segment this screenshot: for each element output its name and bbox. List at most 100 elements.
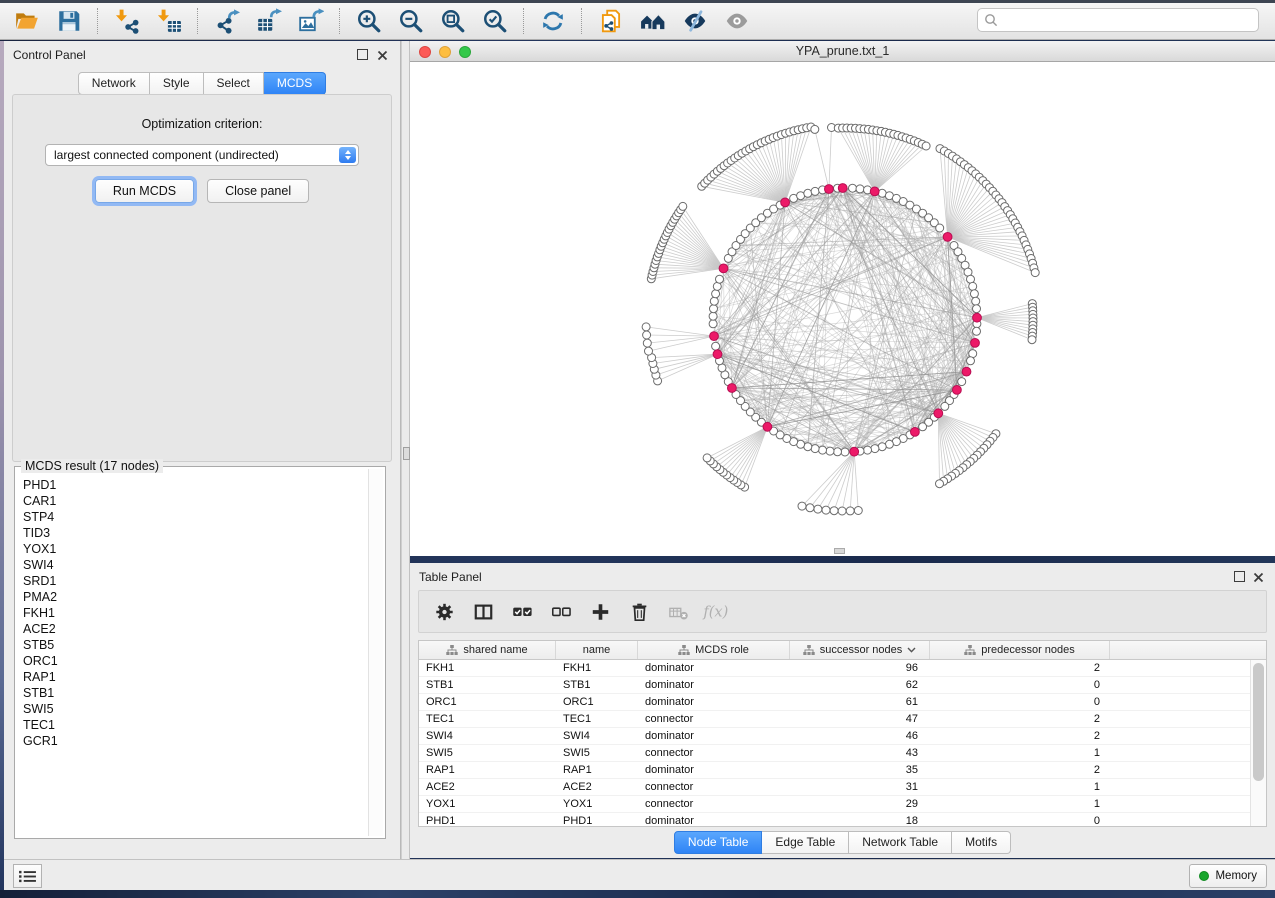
import-network-button[interactable] bbox=[106, 5, 148, 37]
mcds-result-item[interactable]: FKH1 bbox=[17, 605, 368, 621]
mcds-result-item[interactable]: YOX1 bbox=[17, 541, 368, 557]
table-cell: 61 bbox=[790, 696, 930, 708]
network-graph[interactable] bbox=[410, 62, 1275, 556]
mcds-result-item[interactable]: TID3 bbox=[17, 525, 368, 541]
mcds-result-item[interactable]: STB5 bbox=[17, 637, 368, 653]
table-row[interactable]: PHD1PHD1dominator180 bbox=[419, 813, 1266, 827]
mcds-result-list[interactable]: PHD1CAR1STP4TID3YOX1SWI4SRD1PMA2FKH1ACE2… bbox=[17, 477, 368, 836]
table-row[interactable]: SWI5SWI5connector431 bbox=[419, 745, 1266, 762]
select-all-icon bbox=[512, 602, 533, 622]
deselect-all-button[interactable] bbox=[548, 601, 574, 623]
table-cell: YOX1 bbox=[556, 798, 638, 810]
table-row[interactable]: TEC1TEC1connector472 bbox=[419, 711, 1266, 728]
mcds-result-item[interactable]: ACE2 bbox=[17, 621, 368, 637]
zoom-fit-icon bbox=[440, 8, 466, 34]
mcds-result-item[interactable]: RAP1 bbox=[17, 669, 368, 685]
save-button[interactable] bbox=[48, 5, 90, 37]
table-row[interactable]: ACE2ACE2connector311 bbox=[419, 779, 1266, 796]
task-history-button[interactable] bbox=[13, 864, 42, 888]
network-window-titlebar[interactable]: YPA_prune.txt_1 bbox=[410, 41, 1275, 62]
mcds-result-item[interactable]: SWI5 bbox=[17, 701, 368, 717]
table-cell: 29 bbox=[790, 798, 930, 810]
attribute-browser-toolbar: f(x) bbox=[418, 590, 1267, 633]
search-input[interactable] bbox=[998, 12, 1258, 28]
close-table-panel-icon[interactable] bbox=[1253, 570, 1264, 581]
tab-network[interactable]: Network bbox=[78, 72, 150, 95]
table-scrollbar[interactable] bbox=[1250, 660, 1266, 826]
close-panel-icon[interactable] bbox=[377, 48, 388, 59]
zoom-selected-button[interactable] bbox=[474, 5, 516, 37]
close-panel-button[interactable]: Close panel bbox=[207, 179, 309, 203]
export-image-button[interactable] bbox=[290, 5, 332, 37]
tab-style[interactable]: Style bbox=[150, 72, 204, 95]
table-cell: 1 bbox=[930, 798, 1110, 810]
show-all-button[interactable] bbox=[716, 5, 758, 37]
refresh-button[interactable] bbox=[532, 5, 574, 37]
table-panel-header: Table Panel bbox=[410, 563, 1275, 589]
table-row[interactable]: YOX1YOX1connector291 bbox=[419, 796, 1266, 813]
table-row[interactable]: ORC1ORC1dominator610 bbox=[419, 694, 1266, 711]
run-mcds-button[interactable]: Run MCDS bbox=[95, 179, 194, 203]
table-scrollbar-thumb[interactable] bbox=[1253, 663, 1264, 781]
mcds-result-item[interactable]: STB1 bbox=[17, 685, 368, 701]
tab-node-table[interactable]: Node Table bbox=[674, 831, 763, 854]
search-box[interactable] bbox=[977, 8, 1259, 32]
export-network-button[interactable] bbox=[206, 5, 248, 37]
delete-column-button[interactable] bbox=[626, 601, 652, 623]
horizontal-splitter-handle[interactable] bbox=[834, 548, 845, 554]
mcds-result-item[interactable]: SWI4 bbox=[17, 557, 368, 573]
gear-button[interactable] bbox=[431, 601, 457, 623]
mcds-result-item[interactable]: CAR1 bbox=[17, 493, 368, 509]
float-table-panel-icon[interactable] bbox=[1234, 571, 1245, 582]
tab-motifs[interactable]: Motifs bbox=[952, 831, 1011, 854]
clone-network-button[interactable] bbox=[590, 5, 632, 37]
column-header-MCDS-role[interactable]: MCDS role bbox=[638, 641, 790, 659]
table-cell: ORC1 bbox=[556, 696, 638, 708]
mcds-result-item[interactable]: STP4 bbox=[17, 509, 368, 525]
mcds-result-item[interactable]: GCR1 bbox=[17, 733, 368, 749]
tab-edge-table[interactable]: Edge Table bbox=[762, 831, 849, 854]
mcds-result-item[interactable]: ORC1 bbox=[17, 653, 368, 669]
mcds-result-scrollbar[interactable] bbox=[368, 469, 383, 836]
column-header-predecessor-nodes[interactable]: predecessor nodes bbox=[930, 641, 1110, 659]
split-panel-button[interactable] bbox=[470, 601, 496, 623]
mcds-result-item[interactable]: TEC1 bbox=[17, 717, 368, 733]
table-row[interactable]: FKH1FKH1dominator962 bbox=[419, 660, 1266, 677]
import-table-icon bbox=[156, 8, 182, 34]
vertical-splitter[interactable] bbox=[401, 41, 410, 859]
tab-network-table[interactable]: Network Table bbox=[849, 831, 952, 854]
control-panel: Control Panel NetworkStyleSelectMCDS Opt… bbox=[4, 41, 401, 859]
table-row[interactable]: STB1STB1dominator620 bbox=[419, 677, 1266, 694]
mcds-result-item[interactable]: SRD1 bbox=[17, 573, 368, 589]
table-cell: connector bbox=[638, 798, 790, 810]
table-row[interactable]: SWI4SWI4dominator462 bbox=[419, 728, 1266, 745]
mcds-result-item[interactable]: PHD1 bbox=[17, 477, 368, 493]
vertical-splitter-handle[interactable] bbox=[403, 447, 410, 460]
mcds-result-item[interactable]: PMA2 bbox=[17, 589, 368, 605]
export-table-button[interactable] bbox=[248, 5, 290, 37]
optimization-criterion-select[interactable]: largest connected component (undirected) bbox=[45, 144, 359, 166]
import-table-button[interactable] bbox=[148, 5, 190, 37]
open-button[interactable] bbox=[6, 5, 48, 37]
column-header-shared-name[interactable]: shared name bbox=[419, 641, 556, 659]
tab-select[interactable]: Select bbox=[204, 72, 264, 95]
column-header-successor-nodes[interactable]: successor nodes bbox=[790, 641, 930, 659]
select-all-button[interactable] bbox=[509, 601, 535, 623]
zoom-out-button[interactable] bbox=[390, 5, 432, 37]
column-label: successor nodes bbox=[820, 644, 903, 656]
delete-table-icon bbox=[668, 602, 689, 622]
first-neighbors-button[interactable] bbox=[632, 5, 674, 37]
column-label: predecessor nodes bbox=[981, 644, 1075, 656]
table-cell: connector bbox=[638, 781, 790, 793]
zoom-fit-button[interactable] bbox=[432, 5, 474, 37]
float-panel-icon[interactable] bbox=[357, 49, 368, 60]
zoom-in-button[interactable] bbox=[348, 5, 390, 37]
table-cell: 35 bbox=[790, 764, 930, 776]
add-column-button[interactable] bbox=[587, 601, 613, 623]
tab-mcds[interactable]: MCDS bbox=[264, 72, 326, 95]
column-header-name[interactable]: name bbox=[556, 641, 638, 659]
memory-button[interactable]: Memory bbox=[1189, 864, 1267, 888]
hide-selected-button[interactable] bbox=[674, 5, 716, 37]
network-canvas[interactable] bbox=[410, 62, 1275, 556]
table-row[interactable]: RAP1RAP1dominator352 bbox=[419, 762, 1266, 779]
